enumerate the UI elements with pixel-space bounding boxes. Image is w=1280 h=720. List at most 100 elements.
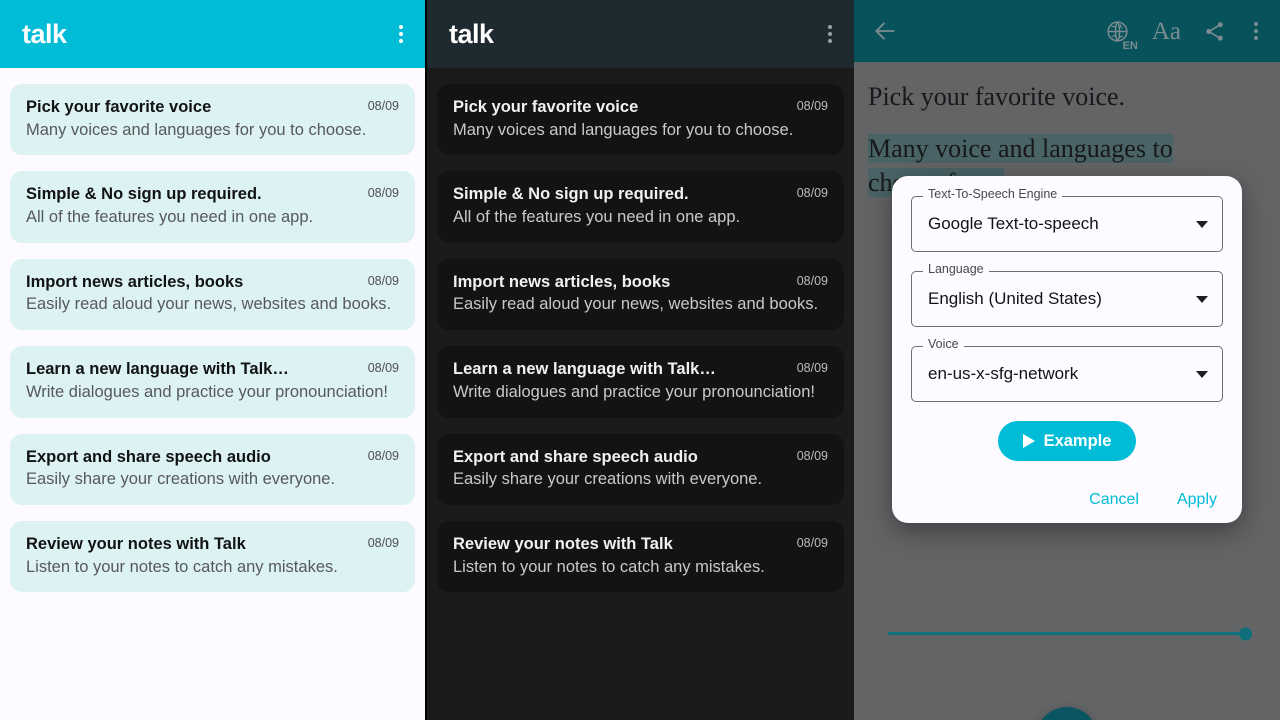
kebab-dot <box>828 39 832 43</box>
list-item-title: Learn a new language with Talk… <box>453 360 716 379</box>
tts-engine-select[interactable]: Google Text-to-speech <box>911 196 1223 252</box>
list-item[interactable]: Import news articles, books 08/09 Easily… <box>437 258 844 331</box>
kebab-menu-icon[interactable] <box>822 15 838 53</box>
voice-value: en-us-x-sfg-network <box>928 364 1079 383</box>
font-size-icon[interactable]: Aa <box>1152 19 1181 44</box>
voice-label: Voice <box>923 338 964 351</box>
list-item-header: Import news articles, books 08/09 <box>453 272 828 293</box>
reader-toolbar-icons: EN Aa <box>1105 12 1264 52</box>
example-button[interactable]: Example <box>998 421 1136 461</box>
list-item-date: 08/09 <box>796 448 828 463</box>
reader-highlight-line-1: Many voice and languages to <box>868 133 1173 163</box>
list-item-subtitle: Write dialogues and practice your pronou… <box>26 382 388 401</box>
globe-language-badge: EN <box>1122 39 1138 52</box>
list-item[interactable]: Learn a new language with Talk… 08/09 Wr… <box>437 346 844 418</box>
list-item-header: Simple & No sign up required. 08/09 <box>26 184 399 205</box>
list-item-header: Learn a new language with Talk… 08/09 <box>453 359 828 380</box>
tts-engine-field[interactable]: Text-To-Speech Engine Google Text-to-spe… <box>911 188 1223 252</box>
light-theme-panel: talk Pick your favorite voice 08/09 Many… <box>0 0 425 720</box>
list-item[interactable]: Review your notes with Talk 08/09 Listen… <box>10 521 415 593</box>
kebab-menu-icon[interactable] <box>1248 12 1264 50</box>
list-item-subtitle: Easily read aloud your news, websites an… <box>453 295 819 314</box>
list-item-header: Import news articles, books 08/09 <box>26 272 399 293</box>
example-button-label: Example <box>1043 431 1112 450</box>
list-item-header: Simple & No sign up required. 08/09 <box>453 184 828 205</box>
share-icon[interactable] <box>1203 20 1226 43</box>
list-item[interactable]: Export and share speech audio 08/09 Easi… <box>437 433 844 506</box>
list-item-header: Pick your favorite voice 08/09 <box>453 97 828 118</box>
kebab-dot <box>1254 29 1258 33</box>
list-item[interactable]: Learn a new language with Talk… 08/09 Wr… <box>10 346 415 418</box>
dialog-actions: Cancel Apply <box>911 491 1223 509</box>
list-item-subtitle: Easily read aloud your news, websites an… <box>26 295 392 314</box>
list-item-date: 08/09 <box>367 273 399 288</box>
reader-app-bar: EN Aa <box>854 0 1280 62</box>
reader-content-area: Pick your favorite voice. Many voice and… <box>854 62 1280 720</box>
dark-theme-panel: talk Pick your favorite voice 08/09 Many… <box>427 0 854 720</box>
list-item[interactable]: Simple & No sign up required. 08/09 All … <box>437 171 844 243</box>
list-item-title: Learn a new language with Talk… <box>26 360 289 379</box>
list-item[interactable]: Pick your favorite voice 08/09 Many voic… <box>10 84 415 156</box>
list-item-subtitle: Easily share your creations with everyon… <box>26 470 336 489</box>
play-button[interactable] <box>1036 707 1098 720</box>
language-select[interactable]: English (United States) <box>911 271 1223 327</box>
list-item-date: 08/09 <box>367 186 399 201</box>
tts-engine-label: Text-To-Speech Engine <box>923 188 1063 201</box>
kebab-dot <box>399 25 403 29</box>
list-item-date: 08/09 <box>367 99 399 113</box>
list-item-header: Export and share speech audio 08/09 <box>453 447 828 468</box>
app-title-dark: talk <box>449 18 494 49</box>
list-item[interactable]: Pick your favorite voice 08/09 Many voic… <box>437 84 844 156</box>
reader-panel: EN Aa Pick your favorite voice. Many voi… <box>854 0 1280 720</box>
list-item-date: 08/09 <box>796 361 828 376</box>
playback-progress-slider[interactable] <box>854 627 1280 640</box>
list-item-header: Review your notes with Talk 08/09 <box>453 534 828 555</box>
language-value: English (United States) <box>928 289 1102 308</box>
dark-note-list: Pick your favorite voice 08/09 Many voic… <box>427 68 854 593</box>
language-label: Language <box>923 263 989 276</box>
list-item-subtitle: Many voices and languages for you to cho… <box>453 120 794 139</box>
voice-select[interactable]: en-us-x-sfg-network <box>911 346 1223 402</box>
dark-app-bar: talk <box>427 0 854 68</box>
list-item[interactable]: Import news articles, books 08/09 Easily… <box>10 258 415 331</box>
kebab-dot <box>828 32 832 36</box>
list-item-title: Import news articles, books <box>26 272 244 291</box>
cancel-button[interactable]: Cancel <box>1089 491 1139 509</box>
list-item[interactable]: Simple & No sign up required. 08/09 All … <box>10 171 415 243</box>
list-item-date: 08/09 <box>796 273 828 288</box>
tts-engine-value: Google Text-to-speech <box>928 214 1099 233</box>
chevron-down-icon[interactable] <box>1196 220 1208 228</box>
chevron-down-icon[interactable] <box>1196 370 1208 378</box>
kebab-dot <box>828 25 832 29</box>
kebab-dot <box>399 32 403 36</box>
list-item[interactable]: Review your notes with Talk 08/09 Listen… <box>437 521 844 593</box>
list-item-header: Learn a new language with Talk… 08/09 <box>26 359 399 380</box>
list-item-title: Export and share speech audio <box>453 447 698 466</box>
chevron-down-icon[interactable] <box>1196 295 1208 303</box>
kebab-dot <box>399 39 403 43</box>
kebab-menu-icon[interactable] <box>393 15 409 53</box>
play-icon <box>1022 434 1035 448</box>
list-item-date: 08/09 <box>367 361 399 376</box>
list-item-subtitle: Listen to your notes to catch any mistak… <box>453 557 765 576</box>
list-item-title: Review your notes with Talk <box>453 535 673 554</box>
globe-icon[interactable]: EN <box>1105 19 1138 52</box>
voice-field[interactable]: Voice en-us-x-sfg-network <box>911 338 1223 402</box>
app-title-light: talk <box>22 18 67 49</box>
tts-settings-dialog: Text-To-Speech Engine Google Text-to-spe… <box>892 176 1242 523</box>
list-item-title: Pick your favorite voice <box>26 98 212 116</box>
list-item[interactable]: Export and share speech audio 08/09 Easi… <box>10 433 415 506</box>
back-arrow-icon[interactable] <box>872 18 898 44</box>
list-item-title: Export and share speech audio <box>26 447 271 466</box>
list-item-subtitle: Many voices and languages for you to cho… <box>26 120 367 139</box>
list-item-subtitle: All of the features you need in one app. <box>26 208 314 227</box>
apply-button[interactable]: Apply <box>1177 491 1217 509</box>
screenshot-root: talk Pick your favorite voice 08/09 Many… <box>0 0 1280 720</box>
list-item-header: Review your notes with Talk 08/09 <box>26 534 399 555</box>
slider-thumb[interactable] <box>1239 627 1252 640</box>
reader-paragraph-1: Pick your favorite voice. <box>868 82 1126 111</box>
list-item-subtitle: Write dialogues and practice your pronou… <box>453 382 815 401</box>
language-field[interactable]: Language English (United States) <box>911 263 1223 327</box>
kebab-dot <box>1254 36 1258 40</box>
list-item-title: Review your notes with Talk <box>26 535 246 554</box>
